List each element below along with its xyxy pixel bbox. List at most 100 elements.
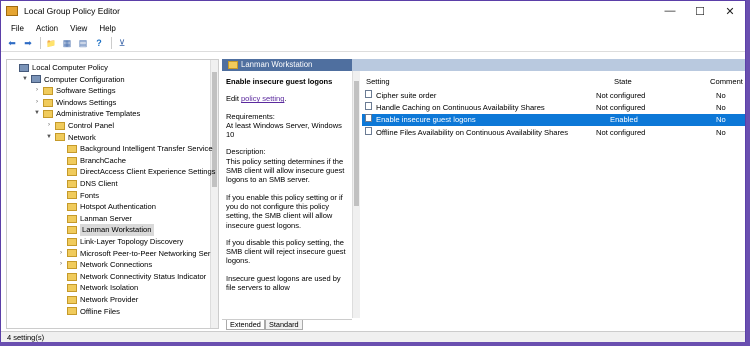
folder-icon xyxy=(67,144,77,153)
tree-item[interactable]: ▼ Administrative Templates xyxy=(33,108,140,120)
close-button[interactable]: ✕ xyxy=(715,1,745,21)
setting-row[interactable]: Handle Caching on Continuous Availabilit… xyxy=(362,102,745,114)
tree-item-label: Lanman Server xyxy=(80,213,132,223)
tree-item-label: Network Connectivity Status Indicator xyxy=(80,271,207,281)
show-hide-tree-icon[interactable]: ▦ xyxy=(60,37,74,50)
folder-icon xyxy=(228,61,238,69)
description-paragraph: Insecure guest logons are used by file s… xyxy=(226,273,341,293)
tree-item[interactable]: DirectAccess Client Experience Settings xyxy=(57,166,215,178)
folder-icon xyxy=(67,191,77,200)
tree-item[interactable]: ▼ Network xyxy=(45,132,96,144)
view-tabs: Extended Standard xyxy=(222,319,352,330)
menu-help[interactable]: Help xyxy=(93,24,121,33)
folder-icon xyxy=(67,214,77,223)
tree-item-label: Network xyxy=(68,132,96,142)
expanded-chevron-icon[interactable]: ▼ xyxy=(21,74,29,86)
description-scrollbar[interactable] xyxy=(352,71,360,318)
back-arrow-icon[interactable]: ⬅ xyxy=(5,37,19,50)
edit-policy-line: Edit policy setting. xyxy=(226,94,348,103)
tree-item-label: DNS Client xyxy=(80,179,118,188)
tree-item-label: Network Provider xyxy=(80,295,139,304)
tree-item[interactable]: BranchCache xyxy=(57,155,126,167)
tree-item[interactable]: Offline Files xyxy=(57,306,120,318)
gpedit-app-icon xyxy=(6,6,18,16)
menu-file[interactable]: File xyxy=(5,24,30,33)
requirements-label: Requirements: xyxy=(226,111,275,121)
collapsed-chevron-icon[interactable]: › xyxy=(57,259,65,271)
column-state[interactable]: State xyxy=(614,77,632,86)
folder-icon xyxy=(55,121,65,130)
up-folder-icon[interactable]: 📁 xyxy=(44,37,58,50)
pane-header-band xyxy=(352,59,745,71)
tree-item[interactable]: Network Provider xyxy=(57,294,138,306)
tab-extended[interactable]: Extended xyxy=(226,320,265,330)
tree-item[interactable]: Network Connectivity Status Indicator xyxy=(57,271,206,283)
tree-item[interactable]: Fonts xyxy=(57,190,99,202)
tree-item[interactable]: DNS Client xyxy=(57,178,118,190)
tree-item[interactable]: Local Computer Policy xyxy=(9,62,108,74)
setting-row[interactable]: Offline Files Availability on Continuous… xyxy=(362,126,745,139)
tree-item[interactable]: › Software Settings xyxy=(33,85,116,97)
tree-item[interactable]: Network Isolation xyxy=(57,282,138,294)
navigation-tree[interactable]: Local Computer Policy ▼ Computer Configura… xyxy=(6,59,219,329)
description-scrollbar-thumb[interactable] xyxy=(354,81,359,206)
folder-icon xyxy=(67,272,77,281)
tree-item-label: DirectAccess Client Experience Settings xyxy=(80,167,216,177)
tree-item[interactable]: › Microsoft Peer-to-Peer Networking Ser xyxy=(57,248,210,260)
tree-item-label: Network Isolation xyxy=(80,283,139,293)
setting-state: Not configured xyxy=(596,91,646,100)
tree-item-label: Control Panel xyxy=(68,121,115,130)
maximize-button[interactable]: ☐ xyxy=(685,1,715,21)
column-comment[interactable]: Comment xyxy=(710,77,743,86)
tree-item[interactable]: ▼ Computer Configuration xyxy=(21,74,125,86)
collapsed-chevron-icon[interactable]: › xyxy=(57,248,65,260)
setting-name: Handle Caching on Continuous Availabilit… xyxy=(376,103,545,113)
setting-name: Cipher suite order xyxy=(376,91,437,100)
tree-item-label: Link-Layer Topology Discovery xyxy=(80,237,184,246)
folder-icon xyxy=(43,86,53,95)
help-icon[interactable]: ? xyxy=(92,37,106,50)
setting-state: Not configured xyxy=(596,103,646,113)
tab-standard[interactable]: Standard xyxy=(265,320,303,330)
collapsed-chevron-icon[interactable]: › xyxy=(33,85,41,97)
tree-item[interactable]: Background Intelligent Transfer Service xyxy=(57,143,213,155)
tree-scrollbar[interactable] xyxy=(210,60,218,328)
tree-item-label: Administrative Templates xyxy=(56,109,141,119)
setting-comment: No xyxy=(716,115,726,125)
tree-item[interactable]: › Network Connections xyxy=(57,259,152,271)
setting-comment: No xyxy=(716,91,726,100)
setting-name: Offline Files Availability on Continuous… xyxy=(376,127,569,137)
tree-item-label: Offline Files xyxy=(80,306,120,316)
tree-item-label: Hotspot Authentication xyxy=(80,202,156,212)
settings-list[interactable]: Setting State Comment Cipher suite order… xyxy=(362,71,745,318)
description-text: This policy setting determines if the SM… xyxy=(226,156,345,185)
setting-row[interactable]: Cipher suite order Not configured No xyxy=(362,90,745,102)
tree-item[interactable]: Hotspot Authentication xyxy=(57,201,156,213)
menu-action[interactable]: Action xyxy=(30,24,64,33)
properties-icon[interactable]: ▤ xyxy=(76,37,90,50)
toolbar: ⬅ ➡ 📁 ▦ ▤ ? ⊻ xyxy=(1,35,745,52)
policy-setting-icon xyxy=(365,90,372,98)
collapsed-chevron-icon[interactable]: › xyxy=(33,97,41,109)
tree-item[interactable]: › Control Panel xyxy=(45,120,114,132)
window-title: Local Group Policy Editor xyxy=(24,6,120,16)
expanded-chevron-icon[interactable]: ▼ xyxy=(33,108,41,120)
expanded-chevron-icon[interactable]: ▼ xyxy=(45,132,53,144)
minimize-button[interactable]: — xyxy=(655,1,685,21)
tree-item[interactable]: Link-Layer Topology Discovery xyxy=(57,236,183,248)
tree-item[interactable]: Lanman Workstation xyxy=(57,224,154,236)
folder-icon xyxy=(67,226,77,235)
tree-item-label: Lanman Workstation xyxy=(80,224,154,236)
folder-icon xyxy=(67,179,77,188)
edit-policy-link[interactable]: policy setting xyxy=(241,94,284,103)
column-setting[interactable]: Setting xyxy=(366,77,390,86)
tree-item[interactable]: › Windows Settings xyxy=(33,97,116,109)
filter-icon[interactable]: ⊻ xyxy=(115,37,129,50)
tree-item[interactable]: Lanman Server xyxy=(57,213,132,225)
setting-row[interactable]: Enable insecure guest logons Enabled No xyxy=(362,114,745,126)
forward-arrow-icon[interactable]: ➡ xyxy=(21,37,35,50)
policy-title: Enable insecure guest logons xyxy=(226,77,333,86)
collapsed-chevron-icon[interactable]: › xyxy=(45,120,53,132)
menu-view[interactable]: View xyxy=(64,24,93,33)
toolbar-separator xyxy=(111,37,112,49)
